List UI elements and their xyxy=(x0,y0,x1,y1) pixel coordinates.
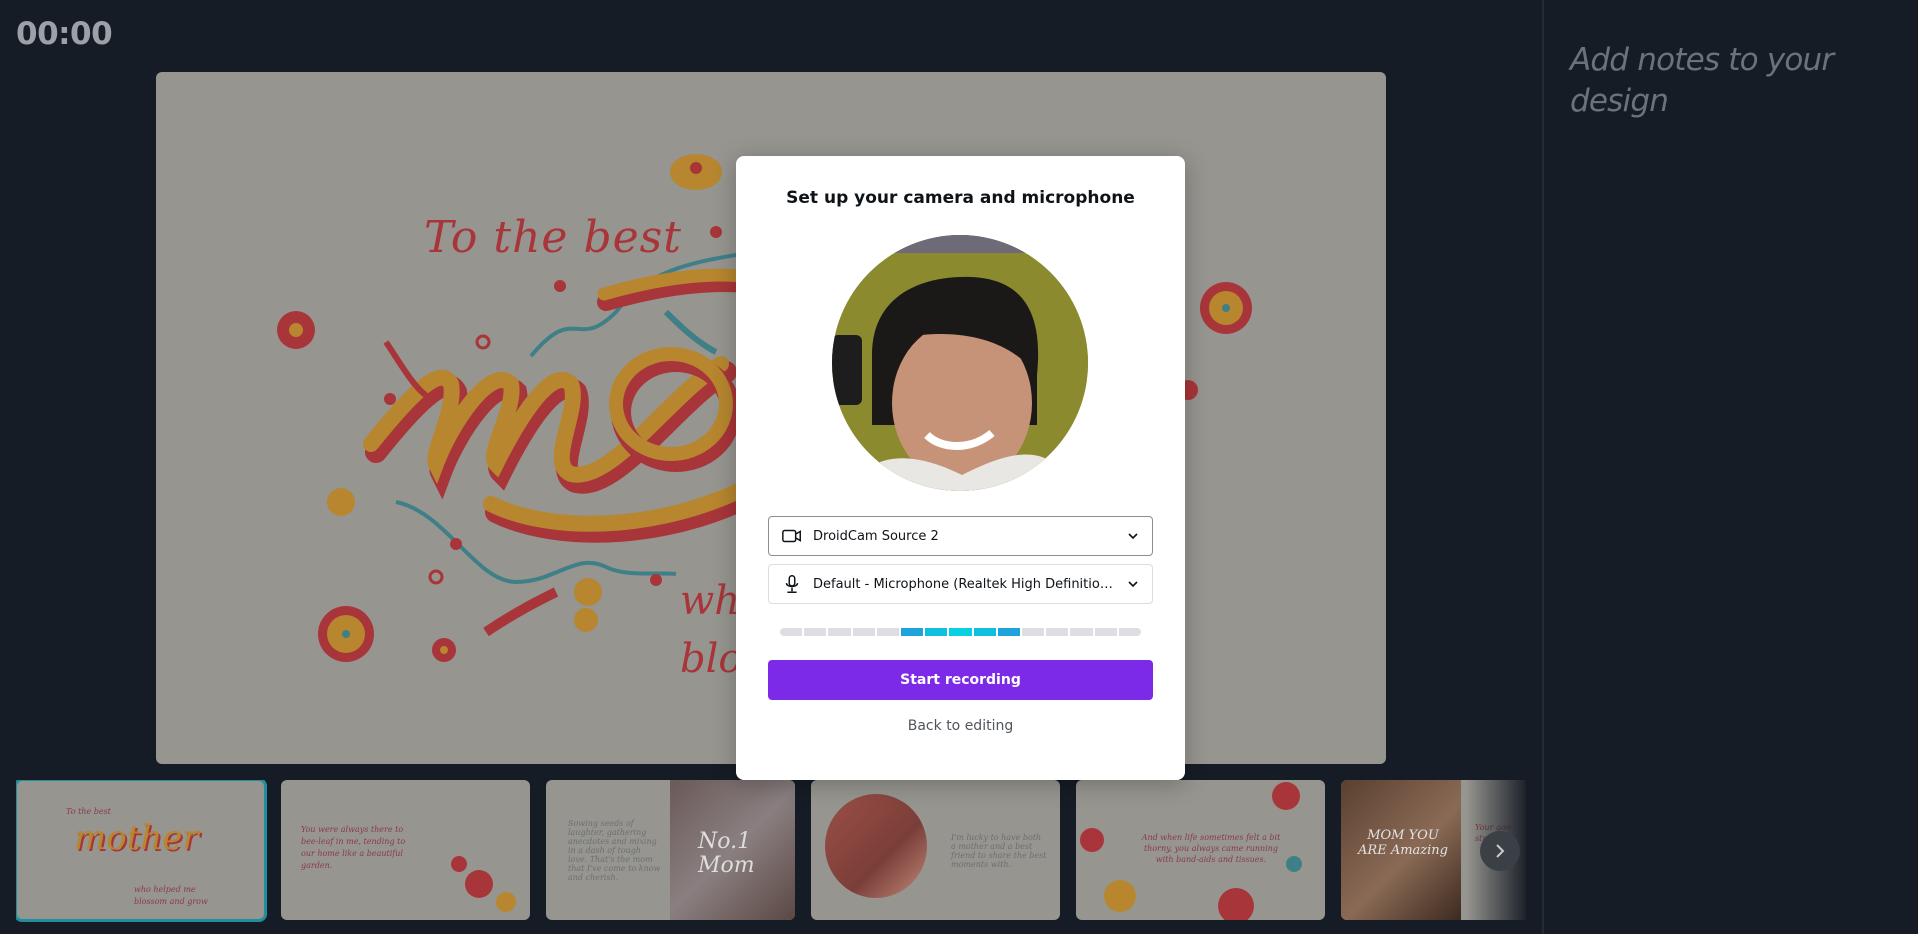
level-meter-segment xyxy=(828,628,851,636)
notes-panel-divider[interactable] xyxy=(1542,0,1544,934)
level-meter-segment xyxy=(973,628,996,636)
microphone-icon xyxy=(785,575,799,593)
camera-microphone-setup-dialog: Set up your camera and microphone DroidC… xyxy=(736,156,1185,780)
level-meter-segment xyxy=(876,628,900,636)
dialog-title: Set up your camera and microphone xyxy=(786,188,1135,208)
level-meter-segment xyxy=(949,628,972,636)
back-to-editing-link[interactable]: Back to editing xyxy=(736,718,1185,734)
microphone-select[interactable]: Default - Microphone (Realtek High Defin… xyxy=(768,564,1153,604)
microphone-select-value: Default - Microphone (Realtek High Defin… xyxy=(813,576,1118,592)
level-meter-segment xyxy=(901,628,924,636)
level-meter-segment xyxy=(780,628,803,636)
camera-preview-feed xyxy=(832,235,1088,491)
microphone-level-meter xyxy=(780,628,1142,636)
video-camera-icon xyxy=(782,529,801,543)
level-meter-segment xyxy=(997,628,1021,636)
level-meter-segment xyxy=(1046,628,1069,636)
start-recording-button[interactable]: Start recording xyxy=(768,660,1153,700)
chevron-down-icon xyxy=(1128,581,1138,588)
level-meter-segment xyxy=(852,628,875,636)
camera-select-value: DroidCam Source 2 xyxy=(813,528,939,544)
notes-input[interactable]: Add notes to your design xyxy=(1570,40,1890,122)
chevron-down-icon xyxy=(1128,533,1138,540)
level-meter-segment xyxy=(1022,628,1045,636)
level-meter-segment xyxy=(1118,628,1142,636)
level-meter-segment xyxy=(1070,628,1093,636)
level-meter-segment xyxy=(804,628,827,636)
presenter-recording-view: 00:00 To the best who To the best mother… xyxy=(0,0,1918,934)
camera-select[interactable]: DroidCam Source 2 xyxy=(768,516,1153,556)
camera-preview xyxy=(832,235,1088,491)
level-meter-segment xyxy=(1094,628,1117,636)
level-meter-segment xyxy=(925,628,948,636)
